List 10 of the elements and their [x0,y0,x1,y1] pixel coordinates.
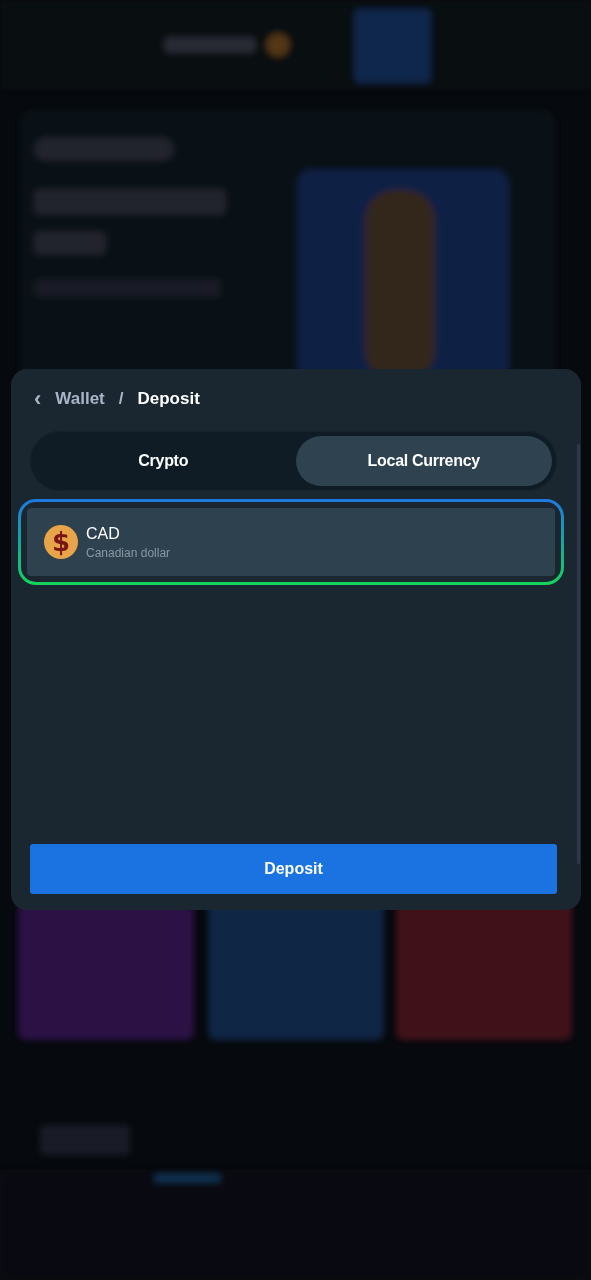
dollar-coin-icon: $ [44,525,78,559]
currency-name: Canadian dollar [86,545,171,560]
breadcrumb-separator: / [118,389,124,409]
tab[interactable]: Crypto [35,436,292,486]
page-title: Deposit [137,389,200,409]
tab[interactable]: Local Currency [295,436,552,486]
back-button[interactable]: ‹ [34,386,42,412]
wallet-link[interactable]: Wallet [55,389,105,409]
currency-code: CAD [86,524,121,543]
deposit-button[interactable]: Deposit [30,844,557,894]
